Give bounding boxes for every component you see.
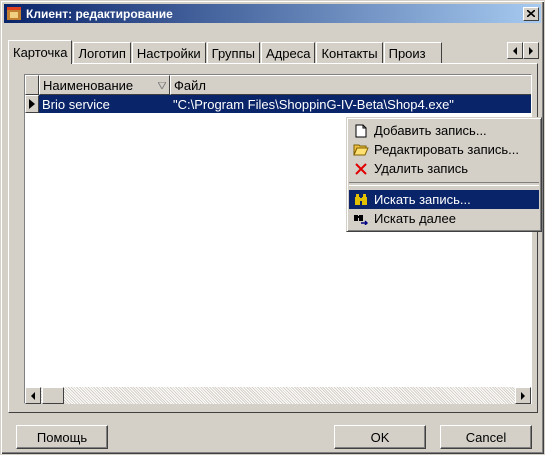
- column-header-file-label: Файл: [174, 77, 206, 93]
- grid-header: Наименование Файл: [25, 75, 531, 95]
- row-indicator: [25, 95, 39, 113]
- cell-name[interactable]: Brio service: [39, 95, 170, 113]
- context-menu: Добавить запись... Редактировать запись.…: [346, 117, 542, 232]
- sort-down-icon: [158, 81, 166, 89]
- app-icon: [6, 6, 22, 22]
- tab-groups[interactable]: Группы: [206, 42, 260, 63]
- page-icon: [353, 123, 369, 139]
- menu-item-label: Удалить запись: [374, 161, 469, 176]
- menu-item-find-next[interactable]: Искать далее: [347, 209, 541, 228]
- arrow-left-icon: [31, 391, 35, 400]
- arrow-right-icon: [529, 46, 533, 55]
- tab-addresses[interactable]: Адреса: [260, 42, 316, 63]
- ok-button[interactable]: OK: [334, 425, 426, 449]
- tab-scroll-buttons: [507, 42, 539, 59]
- tab-scroll-right-button[interactable]: [523, 42, 539, 59]
- arrow-right-icon: [521, 391, 525, 400]
- hscroll-right-button[interactable]: [515, 387, 531, 404]
- tab-scroll-left-button[interactable]: [507, 42, 523, 59]
- menu-item-add-record[interactable]: Добавить запись...: [347, 121, 541, 140]
- menu-separator: [349, 182, 539, 186]
- tab-production[interactable]: Произ: [383, 42, 442, 63]
- menu-item-label: Редактировать запись...: [374, 142, 520, 157]
- close-icon: [527, 10, 535, 17]
- hscroll-thumb[interactable]: [42, 387, 64, 404]
- arrow-left-icon: [513, 46, 517, 55]
- help-button[interactable]: Помощь: [16, 425, 108, 449]
- tab-contacts[interactable]: Контакты: [316, 42, 383, 63]
- column-header-file[interactable]: Файл: [170, 75, 531, 95]
- tab-strip: Карточка Логотип Настройки Группы Адреса…: [8, 40, 443, 64]
- header-indicator-cell: [25, 75, 39, 95]
- current-row-arrow-icon: [29, 99, 35, 109]
- tab-logo[interactable]: Логотип: [73, 42, 131, 63]
- title-bar[interactable]: Клиент: редактирование: [4, 4, 541, 23]
- delete-x-icon: [353, 161, 369, 177]
- open-folder-icon: [353, 142, 369, 158]
- close-button[interactable]: [523, 6, 539, 21]
- table-row[interactable]: Brio service "C:\Program Files\ShoppinG-…: [25, 95, 531, 113]
- column-header-name-label: Наименование: [43, 77, 134, 93]
- menu-item-delete-record[interactable]: Удалить запись: [347, 159, 541, 178]
- binoculars-icon: [353, 192, 369, 208]
- tab-settings[interactable]: Настройки: [131, 42, 206, 63]
- binoculars-next-icon: [353, 211, 369, 227]
- menu-item-label: Искать запись...: [374, 192, 471, 207]
- hscroll-left-button[interactable]: [25, 387, 41, 404]
- window-title: Клиент: редактирование: [26, 6, 173, 21]
- column-header-name[interactable]: Наименование: [39, 75, 170, 95]
- menu-item-label: Добавить запись...: [374, 123, 487, 138]
- menu-item-label: Искать далее: [374, 211, 456, 226]
- cell-file[interactable]: "C:\Program Files\ShoppinG-IV-Beta\Shop4…: [170, 95, 531, 113]
- cancel-button[interactable]: Cancel: [440, 425, 532, 449]
- horizontal-scrollbar[interactable]: [25, 387, 531, 404]
- menu-item-edit-record[interactable]: Редактировать запись...: [347, 140, 541, 159]
- tab-card[interactable]: Карточка: [8, 40, 73, 64]
- menu-item-find-record[interactable]: Искать запись...: [349, 190, 539, 209]
